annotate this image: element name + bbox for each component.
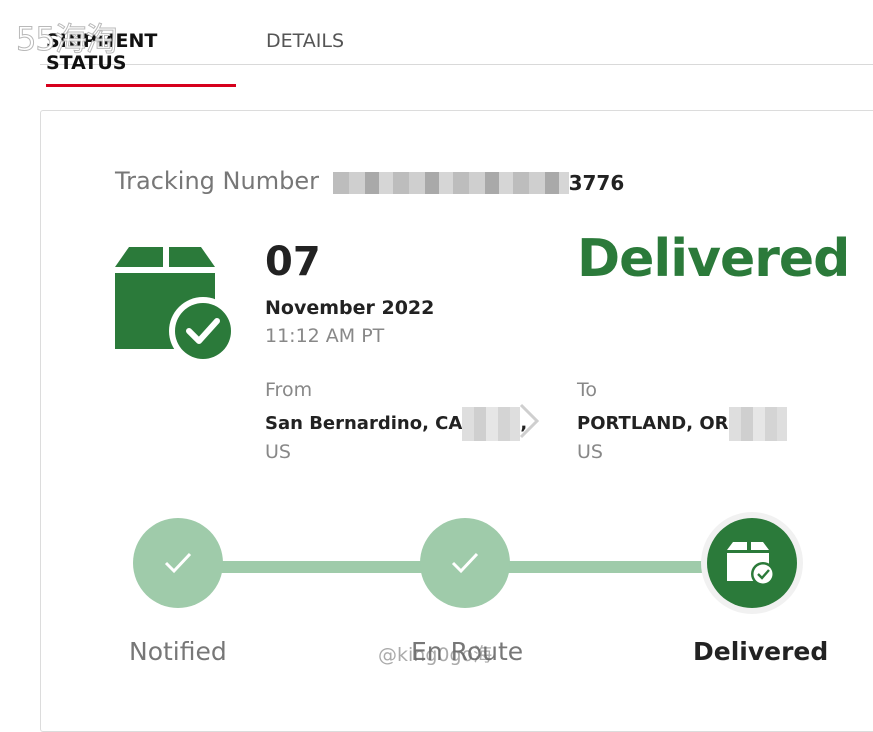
tracking-number-row: Tracking Number 3776 [115,167,624,196]
to-label: To [577,379,598,401]
tab-bar: SHIPMENT STATUS DETAILS [40,28,873,87]
from-redacted [462,407,521,441]
tracking-redacted [332,172,569,194]
from-country: US [265,441,291,463]
shipment-card: Tracking Number 3776 07 November 2022 11… [40,110,873,732]
check-icon [451,552,479,574]
watermark-bottom: @king0go海 [378,644,493,666]
delivery-time: 11:12 AM PT [265,325,385,347]
tab-details[interactable]: DETAILS [266,30,344,52]
step-label-notified: Notified [129,637,227,666]
to-country: US [577,441,603,463]
delivery-status: Delivered [577,229,850,289]
check-icon [164,552,192,574]
package-check-icon [115,247,235,365]
step-delivered [707,518,797,608]
from-city: San Bernardino, CA [265,413,463,434]
package-check-icon [727,542,775,586]
step-notified [133,518,223,608]
watermark-top: 55海淘 [16,20,119,59]
delivery-month-year: November 2022 [265,297,435,319]
tracking-number[interactable]: 3776 [332,168,625,196]
from-label: From [265,379,313,401]
tracking-label: Tracking Number [115,167,319,195]
chevron-right-icon [519,403,540,439]
to-city: PORTLAND, OR [577,413,729,434]
step-label-delivered: Delivered [693,637,829,666]
to-redacted [728,407,787,441]
from-address: San Bernardino, CA, [265,407,527,441]
delivery-day: 07 [265,239,321,285]
to-address: PORTLAND, OR [577,407,787,441]
tracking-suffix: 3776 [568,171,625,195]
step-en-route [420,518,510,608]
